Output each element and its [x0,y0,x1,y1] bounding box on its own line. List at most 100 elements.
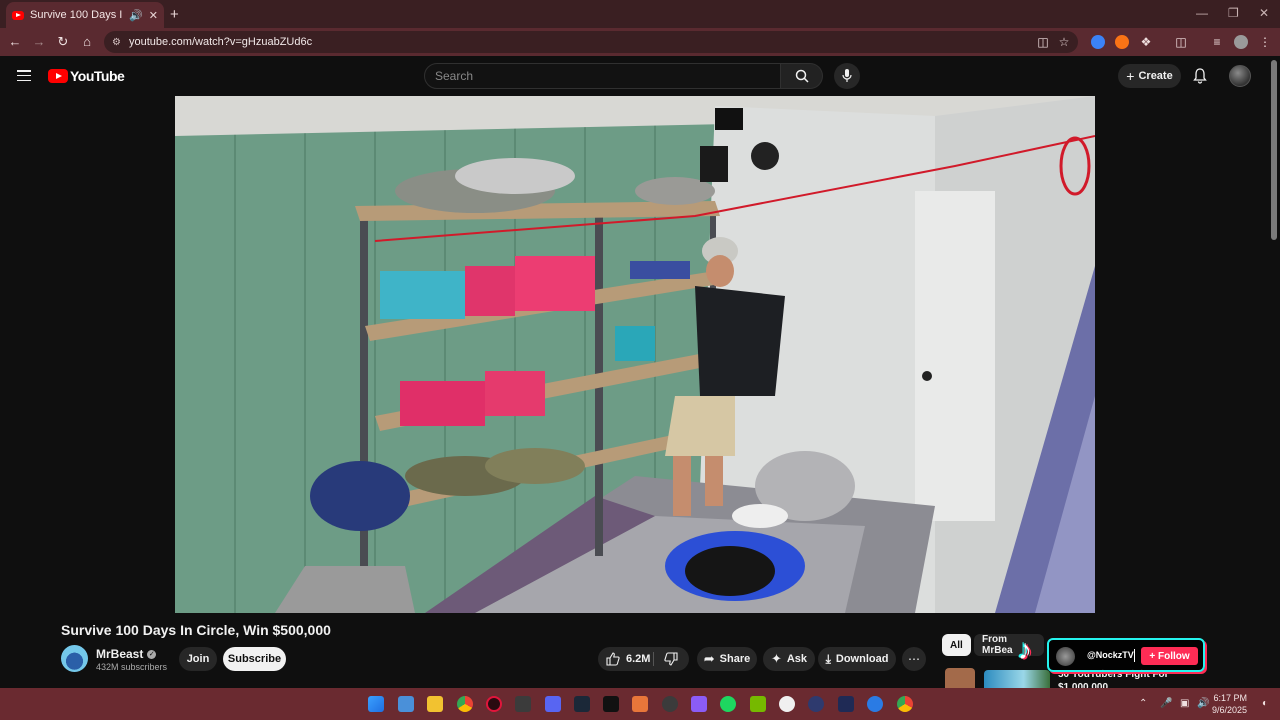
chip-from-mrbeast[interactable]: From MrBea [974,634,1044,656]
app-icon[interactable] [808,696,824,712]
youtube-wordmark: YouTube [70,68,125,84]
tray-mic-icon[interactable]: 🎤 [1160,698,1172,709]
epic-icon[interactable] [603,696,619,712]
forward-icon[interactable]: → [30,34,48,49]
extension-blue-icon[interactable] [1091,35,1105,49]
taskbar-clock[interactable]: 6:17 PM 9/6/2025 [1212,692,1247,716]
profile-avatar-icon[interactable] [1234,35,1248,49]
menu-kebab-icon[interactable]: ⋮ [1258,35,1272,49]
video-player[interactable] [175,96,1095,613]
tab-youtube[interactable]: Survive 100 Days In Circle, Wi 🔊 ✕ [6,2,164,28]
like-count: 6.2M [626,653,651,665]
tab-close-button[interactable]: ✕ [149,9,158,22]
tab-title: Survive 100 Days In Circle, Wi [30,9,123,21]
verified-check-icon: ✓ [147,649,157,659]
like-separator [653,652,654,666]
notifications-bell-icon[interactable] [1193,68,1207,89]
page-scrollbar[interactable] [1271,60,1277,240]
tray-volume-icon[interactable]: 🔊 [1197,698,1209,709]
edge-icon[interactable] [867,696,883,712]
discord-icon[interactable] [545,696,561,712]
feather-icon[interactable] [691,696,707,712]
new-tab-button[interactable]: + [170,6,179,23]
share-label: Share [719,653,751,665]
url-text: youtube.com/watch?v=gHzuabZUd6c [128,36,313,48]
search-button[interactable] [781,63,823,89]
sidepanel-icon[interactable]: ◫ [1174,35,1188,49]
youtube-logo[interactable]: YouTube [48,68,125,84]
thumbs-up-icon [606,652,620,666]
plus-icon: + [1126,68,1135,84]
hamburger-menu-icon[interactable] [17,70,31,82]
channel-name: MrBeast [96,647,144,661]
site-info-icon[interactable]: ⚙ [112,37,121,48]
like-button[interactable]: 6.2M [606,652,650,666]
ask-label: Ask [786,653,808,665]
artstation-icon[interactable] [632,696,648,712]
spotify-icon[interactable] [720,696,736,712]
browser-toolbar: ← → ↻ ⌂ ⚙ youtube.com/watch?v=gHzuabZUd6… [0,28,1280,56]
extensions-puzzle-icon[interactable]: ❖ [1139,35,1153,49]
microphone-icon [842,69,852,82]
minimize-button[interactable]: — [1196,6,1208,20]
bookmark-star-icon[interactable]: ☆ [1057,35,1071,49]
gallery-icon[interactable] [398,696,414,712]
obs-icon[interactable] [662,696,678,712]
back-icon[interactable]: ← [6,34,24,49]
tray-network-icon[interactable]: ▣ [1180,698,1189,709]
chrome-icon[interactable] [457,696,473,712]
search-input[interactable]: Search [424,63,781,89]
video-frame-image [175,96,1095,613]
youtube-header: YouTube Search + Create [0,56,1280,96]
maximize-button[interactable]: ❐ [1228,6,1239,20]
tiktok-avatar [1056,647,1075,666]
download-label: Download [835,653,889,665]
chrome-active-icon[interactable] [897,696,913,712]
create-label: Create [1138,70,1173,82]
youtube-play-icon [48,69,68,83]
reload-icon[interactable]: ↻ [54,34,72,50]
file-explorer-icon[interactable] [427,696,443,712]
ask-button[interactable]: ✦ Ask [763,647,815,671]
chip-all[interactable]: All [942,634,971,656]
xbox-icon[interactable] [515,696,531,712]
address-bar[interactable]: ⚙ youtube.com/watch?v=gHzuabZUd6c [104,31,1078,53]
extension-orange-icon[interactable] [1115,35,1129,49]
browser-tab-strip: Survive 100 Days In Circle, Wi 🔊 ✕ + — ❐… [0,0,1280,28]
channel-name-link[interactable]: MrBeast ✓ [96,647,157,661]
install-app-icon[interactable]: ◫ [1036,35,1050,49]
git-icon[interactable] [779,696,795,712]
create-button[interactable]: + Create [1118,64,1181,88]
subscribe-button[interactable]: Subscribe [223,647,286,671]
notification-center-icon[interactable]: ◐ [1262,698,1268,709]
account-avatar[interactable] [1229,65,1251,87]
tiktok-logo-icon: ♪ [1018,634,1032,665]
like-dislike-group: 6.2M [598,647,689,671]
share-icon: ➦ [703,651,715,666]
opera-gx-icon[interactable] [486,696,502,712]
tiktok-follow-button: + Follow [1141,647,1198,665]
subscriber-count: 432M subscribers [96,662,168,672]
sparkle-icon: ✦ [770,651,782,666]
reading-list-icon[interactable]: ≡ [1210,35,1224,49]
youtube-favicon-icon [12,10,24,20]
voice-search-button[interactable] [834,63,860,89]
share-button[interactable]: ➦ Share [697,647,757,671]
nvidia-icon[interactable] [750,696,766,712]
join-button[interactable]: Join [179,647,217,671]
download-button[interactable]: ⤓ Download [818,647,896,671]
tray-overflow-icon[interactable]: ⌃ [1139,698,1147,709]
steam-icon[interactable] [574,696,590,712]
dislike-button[interactable] [664,652,678,671]
channel-avatar[interactable] [61,645,88,672]
tiktok-handle: @NockzTV [1087,650,1134,660]
clock-time: 6:17 PM [1213,693,1248,703]
window-icon[interactable] [838,696,854,712]
close-window-button[interactable]: ✕ [1259,6,1269,20]
search-icon [795,69,809,83]
home-icon[interactable]: ⌂ [78,34,96,49]
tiktok-follow-overlay: @NockzTV + Follow [1047,638,1205,672]
speaker-icon[interactable]: 🔊 [129,9,143,22]
windows-start-icon[interactable] [368,696,384,712]
more-actions-button[interactable]: ⋯ [902,647,926,671]
